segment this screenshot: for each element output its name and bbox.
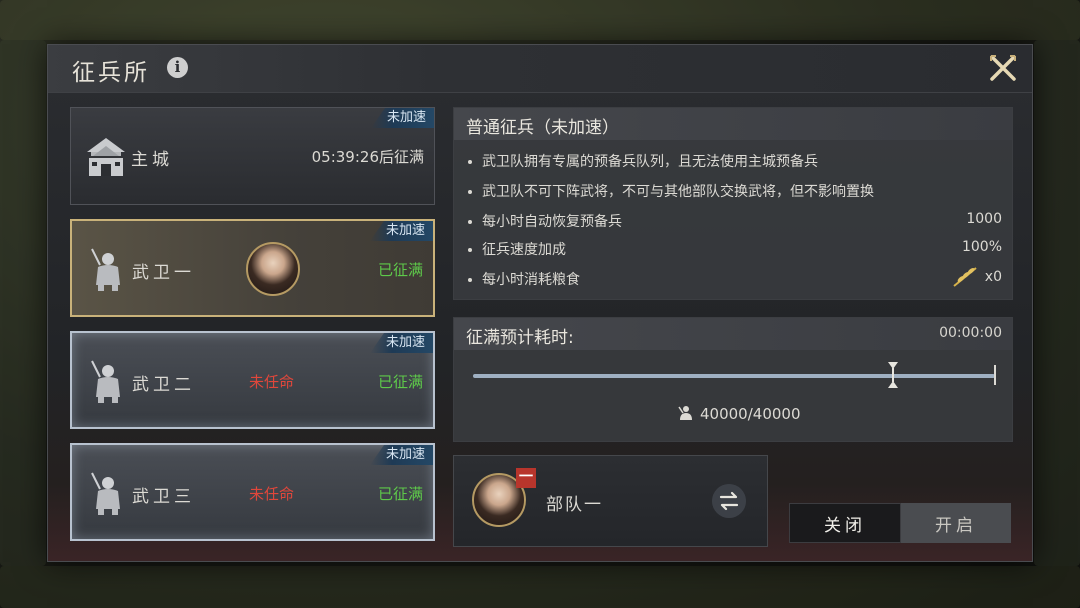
soldier-icon	[91, 472, 120, 515]
card-name: 主城	[131, 150, 173, 170]
card-name: 武卫三	[132, 487, 195, 507]
info-icon[interactable]: i	[167, 57, 188, 78]
reserve-soldier-icon	[678, 406, 692, 420]
troop-count: 40000/40000	[678, 405, 801, 423]
card-name: 武卫一	[132, 263, 195, 283]
title-bar: 征兵所 i	[48, 45, 1032, 93]
recruit-status: 已征满	[377, 485, 423, 503]
close-icon[interactable]	[988, 53, 1018, 83]
on-button[interactable]: 开启	[901, 503, 1011, 543]
troop-selector[interactable]: 一 部队一	[453, 455, 768, 547]
stat-label: 每小时消耗粮食	[468, 269, 580, 289]
recruit-time-panel: 征满预计耗时: 00:00:00 40000/40000	[453, 317, 1013, 442]
card-guard-3[interactable]: 未加速 武卫三 未任命 已征满	[70, 443, 435, 541]
recruit-status: 已征满	[377, 373, 423, 391]
recruit-slider-track[interactable]	[473, 374, 995, 378]
recruit-status: 已征满	[377, 261, 423, 279]
stat-value: x0	[984, 269, 1002, 285]
estimated-time: 00:00:00	[939, 325, 1002, 341]
status-badge: 未加速	[369, 445, 433, 465]
off-button[interactable]: 关闭	[789, 503, 901, 543]
unassigned-label: 未任命	[249, 485, 295, 503]
stat-label: 每小时自动恢复预备兵	[468, 211, 622, 231]
stat-label: 征兵速度加成	[468, 239, 566, 259]
soldier-icon	[91, 248, 120, 291]
dialog-title: 征兵所	[72, 60, 150, 86]
note-line: 武卫队拥有专属的预备兵队列，且无法使用主城预备兵	[468, 151, 818, 171]
status-badge: 未加速	[369, 221, 433, 241]
soldier-icon	[91, 360, 120, 403]
grain-icon	[953, 267, 977, 287]
stat-value: 1000	[966, 211, 1002, 227]
recruitment-dialog: 征兵所 i 未加速 主城 05:39:26后征满 未加速 武卫一 已征满 未加速…	[47, 44, 1033, 562]
panel-header: 普通征兵（未加速）	[454, 108, 1012, 140]
card-guard-2[interactable]: 未加速 武卫二 未任命 已征满	[70, 331, 435, 429]
recruit-toggle: 关闭 开启	[789, 503, 1011, 543]
troop-name: 部队一	[546, 495, 603, 515]
panel-header: 征满预计耗时: 00:00:00	[454, 318, 1012, 350]
recruit-timer: 05:39:26后征满	[311, 148, 424, 166]
stat-value: 100%	[961, 239, 1002, 255]
unassigned-label: 未任命	[249, 373, 295, 391]
status-badge: 未加速	[370, 108, 434, 128]
slider-end-marker	[994, 365, 996, 385]
card-main-city[interactable]: 未加速 主城 05:39:26后征满	[70, 107, 435, 205]
panel-title: 普通征兵（未加速）	[466, 118, 619, 138]
card-guard-1[interactable]: 未加速 武卫一 已征满	[70, 219, 435, 317]
slider-handle[interactable]	[887, 361, 899, 389]
general-avatar	[246, 242, 300, 296]
recruit-info-panel: 普通征兵（未加速） 武卫队拥有专属的预备兵队列，且无法使用主城预备兵 武卫队不可…	[453, 107, 1013, 300]
panel-title: 征满预计耗时:	[466, 328, 574, 348]
troop-number-tag: 一	[516, 468, 536, 488]
city-gate-icon	[87, 138, 125, 176]
status-badge: 未加速	[369, 333, 433, 353]
card-name: 武卫二	[132, 375, 195, 395]
note-line: 武卫队不可下阵武将，不可与其他部队交换武将，但不影响置换	[468, 181, 874, 201]
swap-icon[interactable]	[712, 484, 746, 518]
